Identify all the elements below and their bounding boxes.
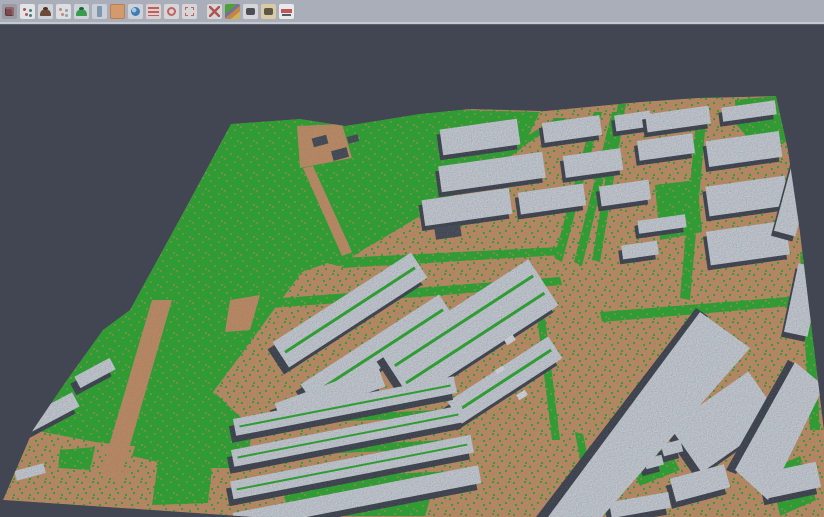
red-circle-icon[interactable]	[164, 4, 179, 19]
tools-tan-icon[interactable]	[261, 4, 276, 19]
red-stripes-icon[interactable]	[146, 4, 161, 19]
sparse-points-icon[interactable]	[56, 4, 71, 19]
points-cluster-icon[interactable]	[2, 4, 17, 19]
vegetation-mound-icon[interactable]	[74, 4, 89, 19]
eraser-red-icon[interactable]	[279, 4, 294, 19]
toolbar	[0, 0, 824, 24]
viewport-3d[interactable]	[0, 0, 824, 517]
selection-bounds-icon[interactable]	[182, 4, 197, 19]
column-slab-icon[interactable]	[92, 4, 107, 19]
globe-icon[interactable]	[128, 4, 143, 19]
points-rgb-icon[interactable]	[20, 4, 35, 19]
ortho-tile-icon[interactable]	[110, 4, 125, 19]
red-cross-grid-icon[interactable]	[207, 4, 222, 19]
camera-body-icon[interactable]	[243, 4, 258, 19]
point-cloud-scene	[0, 0, 824, 517]
terrain-mound-icon[interactable]	[38, 4, 53, 19]
classified-map-icon[interactable]	[225, 4, 240, 19]
